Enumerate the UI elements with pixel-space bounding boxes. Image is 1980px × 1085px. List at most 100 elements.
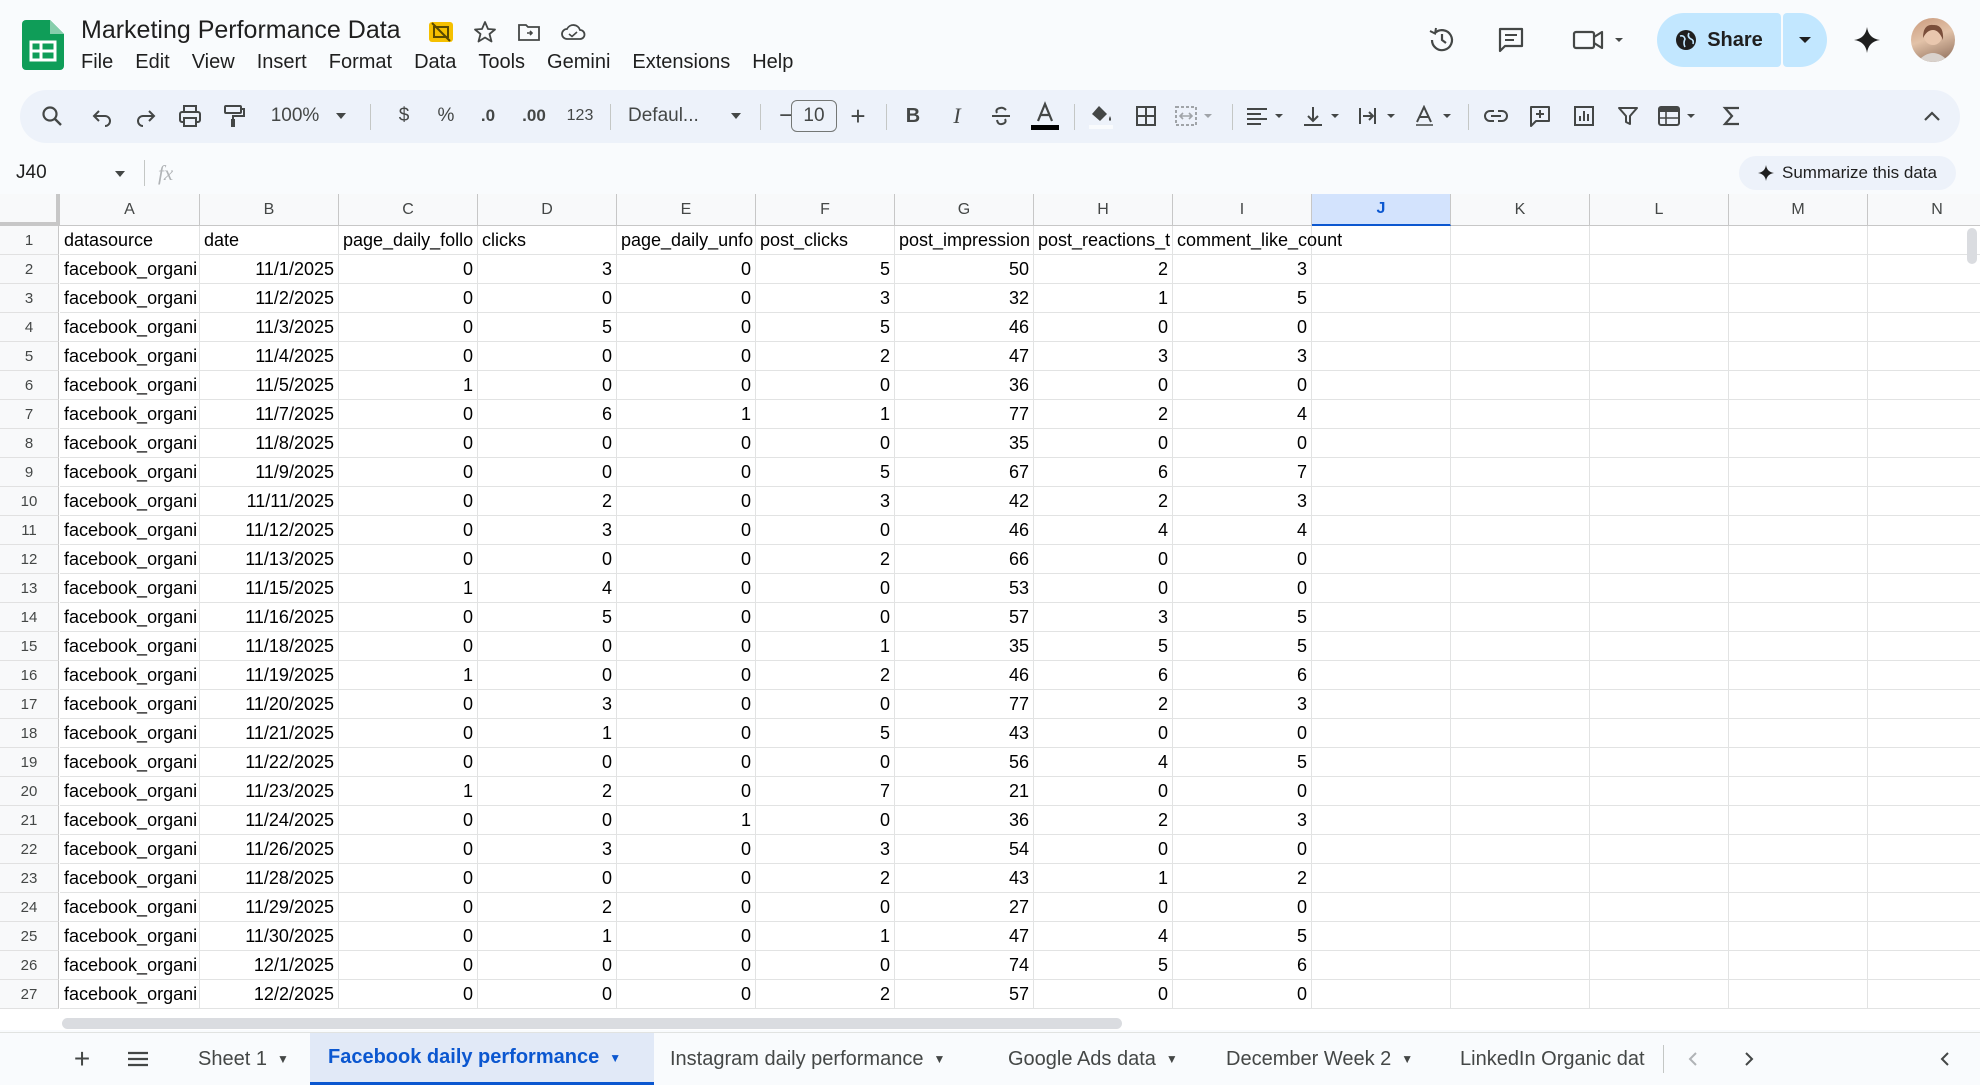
star-icon[interactable]	[470, 17, 500, 47]
expand-side-panel-icon[interactable]	[1930, 1045, 1960, 1073]
datasource-cell[interactable]: facebook_organi	[60, 603, 200, 632]
sheet-tab-sheet-1[interactable]: Sheet 1 ▼	[180, 1033, 307, 1085]
cell[interactable]	[1451, 342, 1590, 371]
redo-icon[interactable]	[128, 98, 164, 134]
value-cell[interactable]: 0	[339, 313, 478, 342]
value-cell[interactable]: 5	[1173, 632, 1312, 661]
value-cell[interactable]: 42	[895, 487, 1034, 516]
cell[interactable]	[1312, 313, 1451, 342]
header-cell[interactable]: comment_like_count	[1173, 226, 1342, 255]
value-cell[interactable]: 0	[1173, 545, 1312, 574]
filter-icon[interactable]	[1610, 98, 1646, 134]
value-cell[interactable]: 3	[478, 835, 617, 864]
cell[interactable]	[1590, 342, 1729, 371]
value-cell[interactable]: 0	[617, 313, 756, 342]
row-header[interactable]: 11	[0, 516, 59, 545]
header-cell[interactable]: clicks	[478, 226, 617, 255]
value-cell[interactable]: 0	[617, 342, 756, 371]
value-cell[interactable]: 3	[756, 487, 895, 516]
value-cell[interactable]: 0	[617, 458, 756, 487]
value-cell[interactable]: 0	[1034, 371, 1173, 400]
paint-format-icon[interactable]	[216, 98, 252, 134]
date-cell[interactable]: 11/11/2025	[200, 487, 339, 516]
cell[interactable]	[1590, 487, 1729, 516]
cell[interactable]	[1729, 545, 1868, 574]
header-cell[interactable]: post_impression	[895, 226, 1034, 255]
row-header[interactable]: 8	[0, 429, 59, 458]
value-cell[interactable]: 0	[756, 806, 895, 835]
cell[interactable]	[1729, 342, 1868, 371]
text-color-icon[interactable]	[1028, 98, 1062, 134]
cell[interactable]	[1451, 951, 1590, 980]
summarize-data-button[interactable]: Summarize this data	[1739, 156, 1956, 190]
date-cell[interactable]: 11/24/2025	[200, 806, 339, 835]
merge-cells-icon[interactable]	[1170, 98, 1222, 134]
header-cell[interactable]: page_daily_unfo	[617, 226, 756, 255]
sheets-logo-icon[interactable]	[22, 20, 64, 70]
value-cell[interactable]: 0	[339, 603, 478, 632]
value-cell[interactable]: 43	[895, 864, 1034, 893]
value-cell[interactable]: 1	[339, 777, 478, 806]
tab-menu-caret-icon[interactable]: ▼	[1401, 1052, 1413, 1066]
fill-color-icon[interactable]	[1082, 98, 1120, 134]
value-cell[interactable]: 0	[617, 922, 756, 951]
value-cell[interactable]: 27	[895, 893, 1034, 922]
text-rotation-icon[interactable]	[1410, 98, 1460, 134]
cell[interactable]	[1312, 458, 1451, 487]
cell[interactable]	[1729, 255, 1868, 284]
cell[interactable]	[1729, 458, 1868, 487]
value-cell[interactable]: 5	[756, 719, 895, 748]
value-cell[interactable]: 2	[756, 864, 895, 893]
value-cell[interactable]: 1	[617, 806, 756, 835]
date-cell[interactable]: 11/20/2025	[200, 690, 339, 719]
menu-edit[interactable]: Edit	[124, 48, 180, 76]
value-cell[interactable]: 5	[478, 313, 617, 342]
header-cell[interactable]: post_clicks	[756, 226, 895, 255]
cell[interactable]	[1451, 545, 1590, 574]
value-cell[interactable]: 0	[617, 748, 756, 777]
datasource-cell[interactable]: facebook_organi	[60, 574, 200, 603]
datasource-cell[interactable]: facebook_organi	[60, 429, 200, 458]
cell[interactable]	[1312, 661, 1451, 690]
date-cell[interactable]: 11/5/2025	[200, 371, 339, 400]
value-cell[interactable]: 0	[617, 893, 756, 922]
value-cell[interactable]: 0	[1173, 313, 1312, 342]
cell[interactable]	[1451, 719, 1590, 748]
value-cell[interactable]: 3	[1173, 487, 1312, 516]
value-cell[interactable]: 0	[339, 487, 478, 516]
insert-chart-icon[interactable]	[1566, 98, 1602, 134]
value-cell[interactable]: 3	[1173, 690, 1312, 719]
row-header[interactable]: 6	[0, 371, 59, 400]
value-cell[interactable]: 0	[617, 516, 756, 545]
value-cell[interactable]: 0	[339, 835, 478, 864]
column-header-j[interactable]: J	[1312, 194, 1451, 226]
value-cell[interactable]: 0	[478, 748, 617, 777]
date-cell[interactable]: 11/23/2025	[200, 777, 339, 806]
cell[interactable]	[1312, 545, 1451, 574]
value-cell[interactable]: 0	[1034, 574, 1173, 603]
value-cell[interactable]: 47	[895, 922, 1034, 951]
value-cell[interactable]: 1	[339, 371, 478, 400]
undo-icon[interactable]	[84, 98, 120, 134]
value-cell[interactable]: 1	[339, 661, 478, 690]
gemini-sparkle-icon[interactable]	[1845, 18, 1889, 62]
date-cell[interactable]: 11/7/2025	[200, 400, 339, 429]
comments-icon[interactable]	[1489, 18, 1533, 62]
cell[interactable]	[1590, 371, 1729, 400]
cell[interactable]	[1451, 458, 1590, 487]
value-cell[interactable]: 3	[756, 835, 895, 864]
value-cell[interactable]: 0	[756, 516, 895, 545]
row-header[interactable]: 4	[0, 313, 59, 342]
horizontal-align-icon[interactable]	[1242, 98, 1292, 134]
vertical-scrollbar[interactable]	[1967, 228, 1977, 264]
cell[interactable]	[1868, 574, 1980, 603]
value-cell[interactable]: 0	[478, 806, 617, 835]
cell[interactable]	[1729, 313, 1868, 342]
italic-button[interactable]: I	[940, 98, 974, 134]
value-cell[interactable]: 66	[895, 545, 1034, 574]
cell[interactable]	[1590, 719, 1729, 748]
insert-link-icon[interactable]	[1478, 98, 1514, 134]
value-cell[interactable]: 0	[339, 516, 478, 545]
value-cell[interactable]: 0	[756, 690, 895, 719]
value-cell[interactable]: 0	[339, 748, 478, 777]
